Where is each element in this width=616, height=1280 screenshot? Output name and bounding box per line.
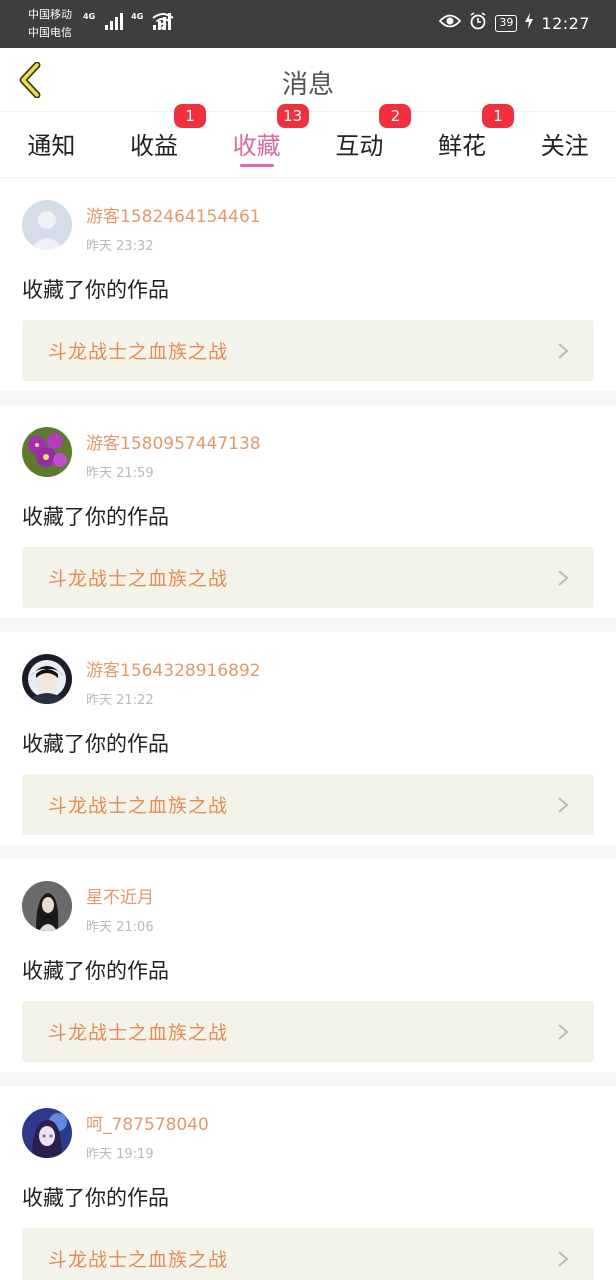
unread-badge: 1 xyxy=(482,104,515,128)
tab-follows[interactable]: 关注 xyxy=(513,112,616,177)
tab-earnings[interactable]: 收益 1 xyxy=(103,104,206,177)
list-item: 呵_787578040 昨天 19:19 收藏了你的作品 斗龙战士之血族之战 xyxy=(0,1086,616,1280)
unread-badge: 13 xyxy=(276,104,309,128)
message-text: 收藏了你的作品 xyxy=(22,1186,169,1210)
timestamp: 昨天 19:19 xyxy=(86,1147,154,1162)
list-item: 星不近月 昨天 21:06 收藏了你的作品 斗龙战士之血族之战 xyxy=(0,859,616,1072)
work-link[interactable]: 斗龙战士之血族之战 xyxy=(22,320,594,381)
system-icons: 39 12:27 xyxy=(439,12,590,34)
network-type-2: 4G xyxy=(131,12,144,21)
unread-badge: 1 xyxy=(174,104,206,128)
message-tabs: 通知 收益 1 收藏 13 互动 2 鲜花 1 关注 xyxy=(0,104,616,178)
tab-label: 收藏 xyxy=(232,132,281,160)
user-row[interactable]: 游客1580957447138 昨天 21:59 xyxy=(22,427,594,481)
status-bar: 中国移动 中国电信 4G 4G 39 12:27 xyxy=(0,0,616,48)
chevron-right-icon xyxy=(558,796,569,813)
list-item: 游客1582464154461 昨天 23:32 收藏了你的作品 斗龙战士之血族… xyxy=(0,178,616,391)
work-title: 斗龙战士之血族之战 xyxy=(48,1249,229,1271)
user-row[interactable]: 呵_787578040 昨天 19:19 xyxy=(22,1108,594,1162)
list-item: 游客1564328916892 昨天 21:22 收藏了你的作品 斗龙战士之血族… xyxy=(0,632,616,845)
work-title: 斗龙战士之血族之战 xyxy=(48,341,229,363)
username[interactable]: 游客1580957447138 xyxy=(86,429,261,454)
work-title: 斗龙战士之血族之战 xyxy=(48,568,229,590)
work-link[interactable]: 斗龙战士之血族之战 xyxy=(22,774,594,835)
anime-avatar[interactable] xyxy=(22,654,72,704)
timestamp: 昨天 21:06 xyxy=(86,920,154,935)
username[interactable]: 呵_787578040 xyxy=(86,1110,209,1135)
chevron-right-icon xyxy=(558,569,569,586)
app-header: 消息 xyxy=(0,48,616,112)
flower-avatar[interactable] xyxy=(22,427,72,477)
clock: 12:27 xyxy=(541,13,590,33)
network-type-1: 4G xyxy=(83,12,96,21)
timestamp: 昨天 21:59 xyxy=(86,466,154,481)
user-row[interactable]: 游客1582464154461 昨天 23:32 xyxy=(22,200,594,254)
tab-label: 通知 xyxy=(27,132,76,160)
unread-badge: 2 xyxy=(379,104,412,128)
signal-icon xyxy=(105,12,124,30)
tab-notifications[interactable]: 通知 xyxy=(0,112,103,177)
message-text: 收藏了你的作品 xyxy=(22,505,169,529)
work-title: 斗龙战士之血族之战 xyxy=(48,795,229,817)
carrier-2: 中国电信 xyxy=(28,26,72,39)
message-list: 游客1582464154461 昨天 23:32 收藏了你的作品 斗龙战士之血族… xyxy=(0,178,616,1280)
active-tab-indicator xyxy=(239,164,274,167)
work-link[interactable]: 斗龙战士之血族之战 xyxy=(22,547,594,608)
tab-label: 互动 xyxy=(335,132,384,160)
carrier-1: 中国移动 xyxy=(28,8,72,21)
eye-icon xyxy=(439,13,462,33)
chevron-right-icon xyxy=(558,342,569,359)
message-text: 收藏了你的作品 xyxy=(22,959,169,983)
work-link[interactable]: 斗龙战士之血族之战 xyxy=(22,1228,594,1280)
username[interactable]: 游客1582464154461 xyxy=(86,202,261,227)
tab-label: 关注 xyxy=(540,132,589,160)
user-row[interactable]: 游客1564328916892 昨天 21:22 xyxy=(22,654,594,708)
tab-label: 收益 xyxy=(130,132,178,160)
tab-interactions[interactable]: 互动 2 xyxy=(308,104,412,177)
battery-indicator: 39 xyxy=(495,14,518,32)
tab-favorites[interactable]: 收藏 13 xyxy=(205,104,309,177)
work-title: 斗龙战士之血族之战 xyxy=(48,1022,229,1044)
work-link[interactable]: 斗龙战士之血族之战 xyxy=(22,1001,594,1062)
default-avatar[interactable] xyxy=(22,200,72,250)
list-item: 游客1580957447138 昨天 21:59 收藏了你的作品 斗龙战士之血族… xyxy=(0,405,616,618)
charging-icon xyxy=(525,13,534,33)
message-text: 收藏了你的作品 xyxy=(22,732,169,756)
user-row[interactable]: 星不近月 昨天 21:06 xyxy=(22,881,594,935)
chevron-right-icon xyxy=(558,1023,569,1040)
wifi-icon xyxy=(152,12,174,34)
alarm-icon xyxy=(469,12,487,34)
timestamp: 昨天 21:22 xyxy=(86,693,154,708)
username[interactable]: 游客1564328916892 xyxy=(86,656,261,681)
tab-label: 鲜花 xyxy=(438,132,487,160)
timestamp: 昨天 23:32 xyxy=(86,239,154,254)
page-title: 消息 xyxy=(281,70,334,100)
message-text: 收藏了你的作品 xyxy=(22,278,169,302)
username[interactable]: 星不近月 xyxy=(86,883,154,908)
chevron-right-icon xyxy=(558,1250,569,1267)
carriers: 中国移动 中国电信 xyxy=(28,6,72,42)
photo-avatar[interactable] xyxy=(22,881,72,931)
anime-girl-avatar[interactable] xyxy=(22,1108,72,1158)
tab-flowers[interactable]: 鲜花 1 xyxy=(411,104,515,177)
